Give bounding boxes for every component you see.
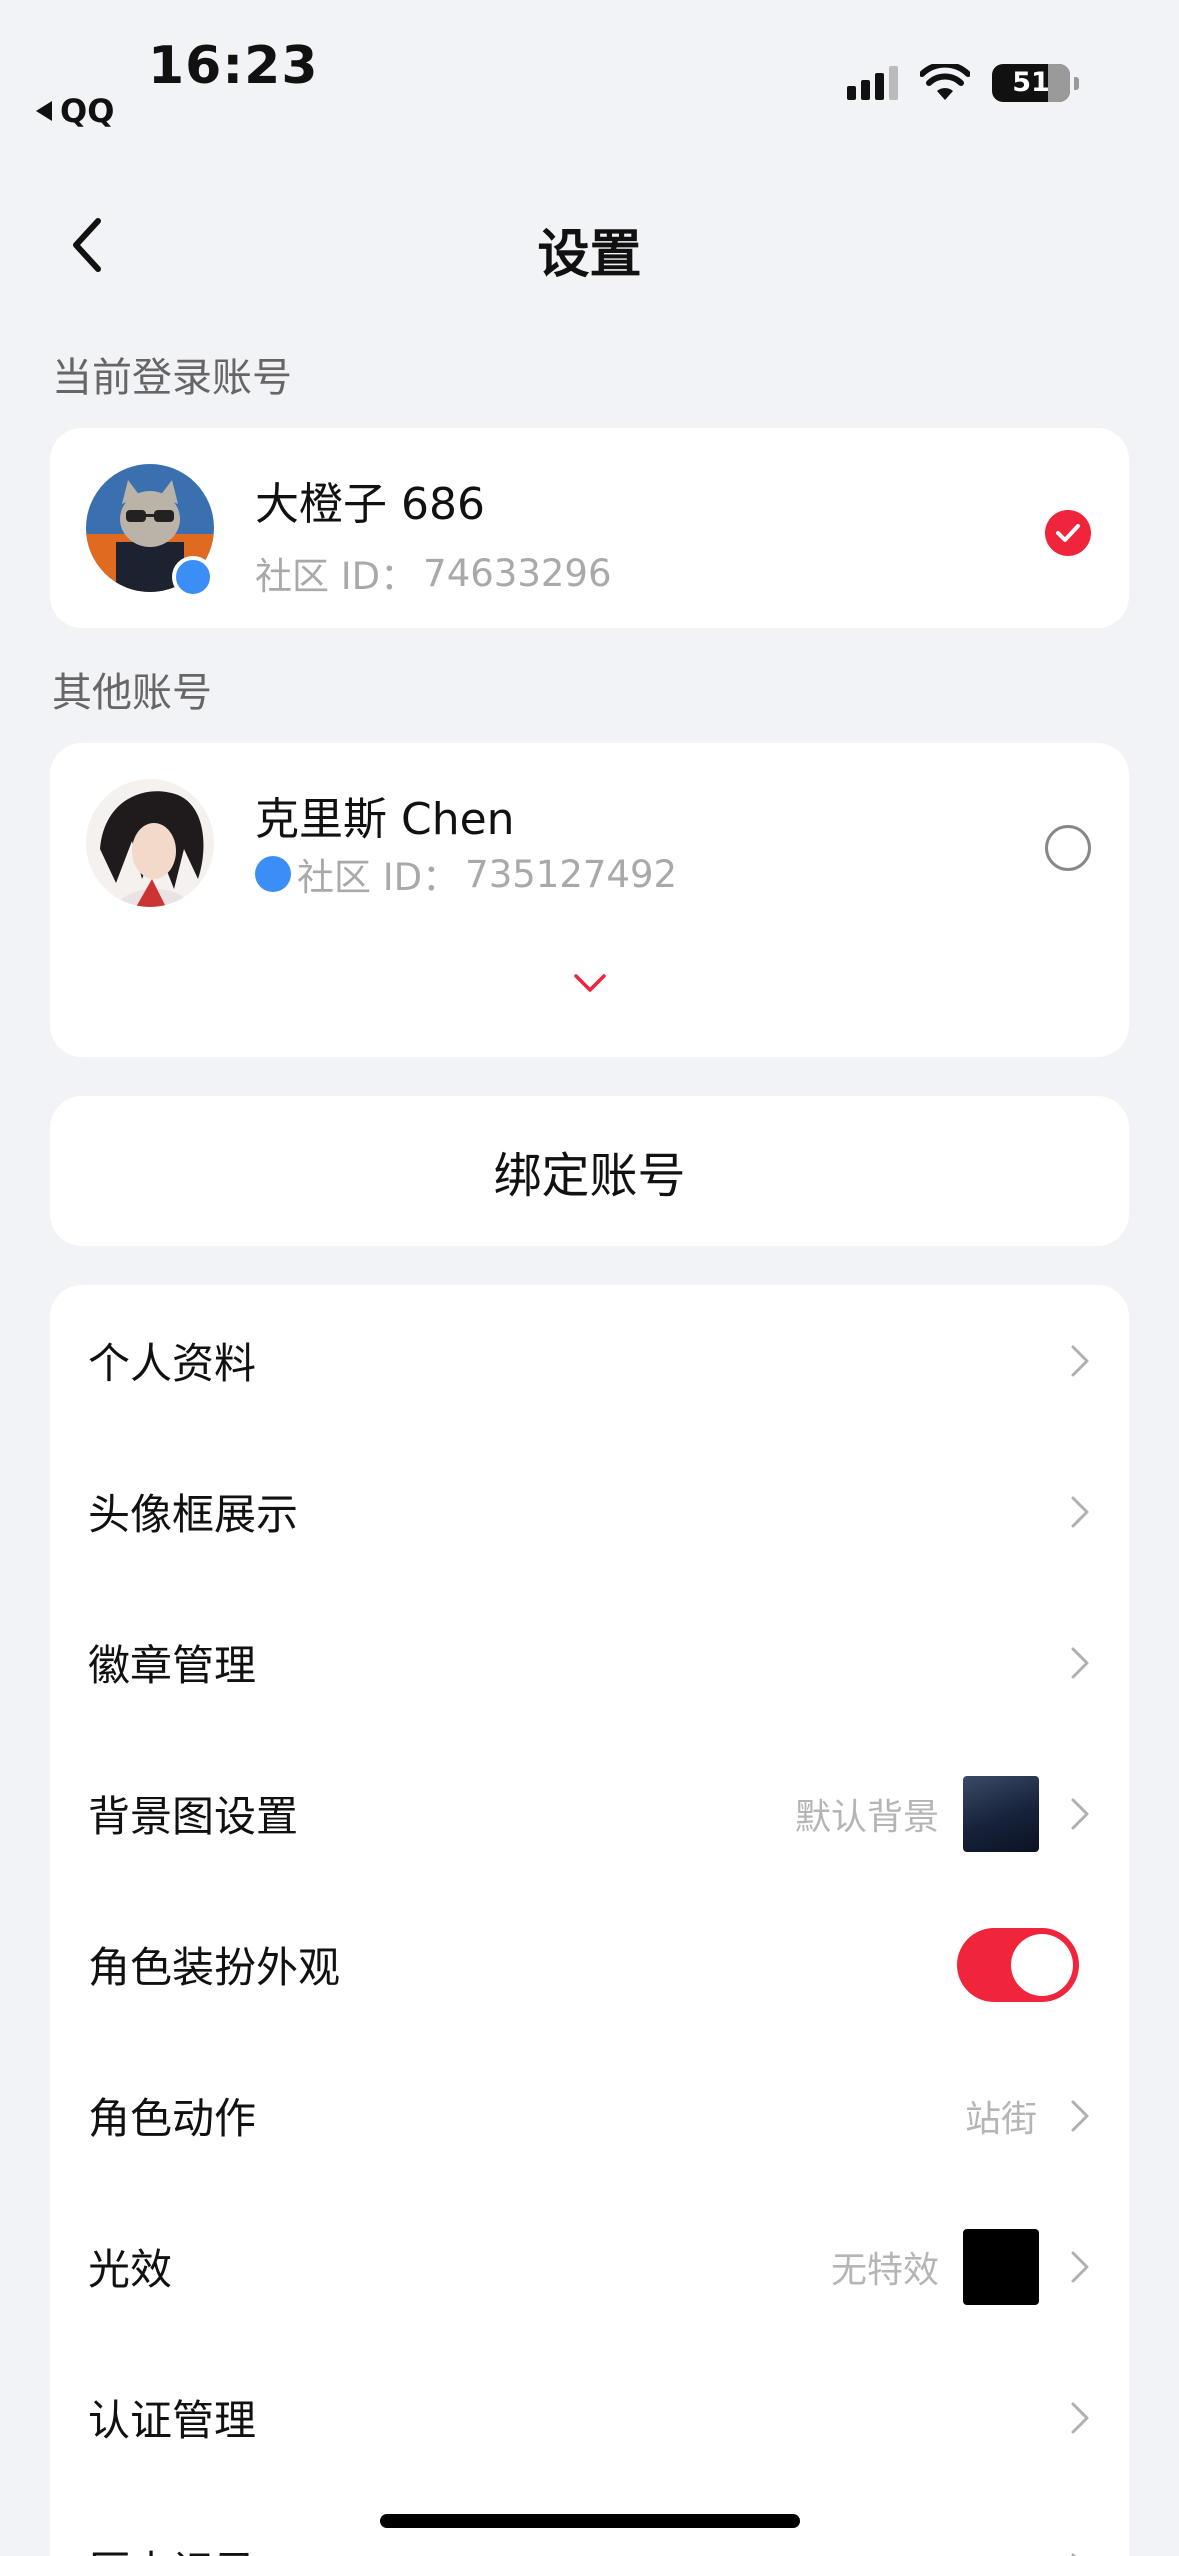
menu-item-badges[interactable]: 徽章管理 (50, 1587, 1129, 1738)
chevron-down-icon[interactable] (572, 971, 608, 995)
battery-level: 51 (1012, 67, 1050, 98)
unselected-radio-icon[interactable] (1045, 825, 1091, 871)
menu-item-profile[interactable]: 个人资料 (50, 1285, 1129, 1436)
menu-item-label: 背景图设置 (88, 1792, 299, 1841)
chevron-right-icon (1071, 1496, 1089, 1527)
wifi-icon (920, 64, 970, 100)
current-account-name: 大橙子 686 (255, 479, 485, 530)
current-account-id-label: 社区 ID： (255, 555, 418, 598)
other-account-name: 克里斯 Chen (255, 794, 515, 845)
selected-check-icon[interactable] (1045, 510, 1091, 556)
menu-item-label: 历史记录 (88, 2538, 256, 2556)
page-title: 设置 (537, 225, 642, 285)
current-account-row[interactable]: 大橙子 686 社区 ID： 74633296 (50, 428, 1129, 628)
chevron-right-icon (1071, 1345, 1089, 1376)
settings-screen: 16:23 QQ 51 设置 当前登录账号 大橙子 686 社区 ID： 746… (0, 0, 1179, 2556)
other-account-id-label: 社区 ID： (297, 856, 460, 899)
menu-item-label: 个人资料 (88, 1339, 257, 1388)
status-time: 16:23 (148, 36, 319, 96)
bind-account-button[interactable]: 绑定账号 (50, 1096, 1129, 1246)
qq-badge-icon (172, 556, 214, 598)
back-triangle-icon (36, 101, 52, 121)
menu-item-verification[interactable]: 认证管理 (50, 2342, 1129, 2493)
status-back-app-label: QQ (60, 92, 115, 130)
current-account-section-label: 当前登录账号 (52, 355, 292, 401)
menu-item-value: 站街 (964, 2098, 1037, 2140)
chevron-right-icon (1071, 2100, 1089, 2131)
current-account-card: 大橙子 686 社区 ID： 74633296 (50, 428, 1129, 628)
menu-item-value: 默认背景 (794, 1796, 939, 1838)
current-account-id-value: 74633296 (423, 551, 612, 595)
battery-icon: 51 (992, 64, 1070, 102)
other-accounts-section-label: 其他账号 (52, 670, 212, 716)
other-account-row[interactable]: 克里斯 Chen 社区 ID： 735127492 (50, 743, 1129, 943)
background-thumbnail (963, 1775, 1039, 1852)
menu-item-label: 认证管理 (88, 2396, 257, 2445)
chevron-right-icon (1071, 2553, 1077, 2556)
other-accounts-card: 克里斯 Chen 社区 ID： 735127492 (50, 743, 1129, 1057)
menu-item-character-action[interactable]: 角色动作 站街 (50, 2040, 1129, 2191)
menu-item-costume-appearance: 角色装扮外观 (50, 1889, 1129, 2040)
settings-menu: 个人资料 头像框展示 徽章管理 背景图设置 默认背景 角色装扮外观 角色动作 站… (50, 1285, 1129, 2556)
menu-item-avatar-frame[interactable]: 头像框展示 (50, 1436, 1129, 1587)
home-indicator[interactable] (380, 2514, 800, 2528)
signal-icon (847, 66, 898, 100)
avatar (86, 779, 214, 907)
other-account-id-value: 735127492 (465, 852, 678, 896)
menu-item-label: 徽章管理 (88, 1641, 257, 1690)
menu-item-label: 角色动作 (88, 2094, 257, 2143)
status-icons: 51 (847, 64, 1079, 102)
battery-cap (1074, 76, 1079, 90)
light-effect-thumbnail (963, 2228, 1039, 2305)
chevron-right-icon (1071, 2402, 1089, 2433)
menu-item-light-effect[interactable]: 光效 无特效 (50, 2191, 1129, 2342)
menu-item-label: 头像框展示 (88, 1490, 299, 1539)
qq-icon (255, 856, 291, 892)
status-back-to-app[interactable]: QQ (36, 92, 114, 130)
current-account-id: 社区 ID： 74633296 (255, 546, 612, 600)
menu-item-background[interactable]: 背景图设置 默认背景 (50, 1738, 1129, 1889)
other-account-id: 社区 ID： 735127492 (255, 847, 677, 901)
chevron-right-icon (1071, 1798, 1089, 1829)
menu-item-label: 光效 (88, 2245, 173, 2294)
menu-item-value: 无特效 (830, 2249, 939, 2291)
menu-item-label: 角色装扮外观 (88, 1943, 341, 1992)
chevron-right-icon (1071, 1647, 1089, 1678)
chevron-right-icon (1071, 2251, 1089, 2282)
costume-appearance-toggle[interactable] (957, 1927, 1079, 2002)
